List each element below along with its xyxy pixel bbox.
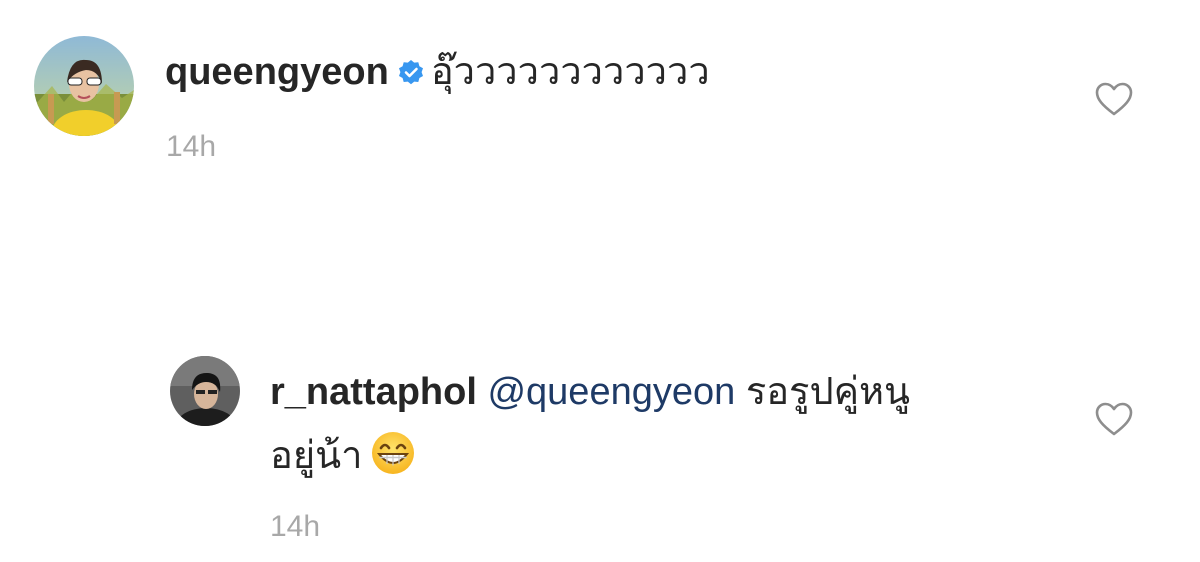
reply-text-line-1: r_nattaphol @queengyeon รอรูปคู่หนู — [270, 368, 910, 415]
avatar[interactable] — [34, 36, 134, 136]
reply-item: r_nattaphol @queengyeon รอรูปคู่หนู อยู่… — [0, 330, 1200, 562]
like-button[interactable] — [1094, 400, 1134, 440]
comment-item: queengyeon อุ๊วววววววววววว 14h — [0, 0, 1200, 200]
comment-body: อุ๊วววววววววววว — [430, 49, 710, 93]
comment-username[interactable]: queengyeon — [165, 51, 389, 93]
reply-body-line-2: อยู่น้า — [270, 433, 363, 477]
verified-badge-icon — [397, 52, 425, 98]
reply-timestamp[interactable]: 14h — [270, 510, 320, 544]
mention-link[interactable]: @queengyeon — [487, 371, 735, 413]
like-button[interactable] — [1094, 80, 1134, 120]
reply-username[interactable]: r_nattaphol — [270, 371, 477, 413]
comment-timestamp[interactable]: 14h — [166, 130, 216, 164]
heart-outline-icon — [1095, 82, 1133, 116]
avatar[interactable] — [170, 356, 240, 426]
reply-body-line-1: รอรูปคู่หนู — [745, 369, 911, 413]
comment-text-line: queengyeon อุ๊วววววววววววว — [165, 48, 710, 98]
avatar-photo — [170, 356, 240, 426]
avatar-photo — [34, 36, 134, 136]
heart-outline-icon — [1095, 402, 1133, 436]
reply-text-line-2: อยู่น้า — [270, 430, 416, 487]
grinning-face-emoji-icon — [370, 430, 416, 487]
